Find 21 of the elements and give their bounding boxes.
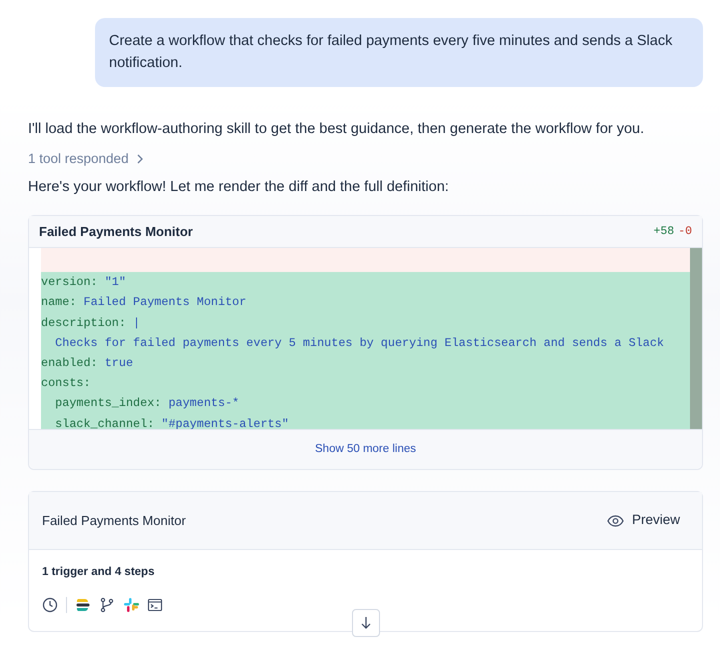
added-count: +58 <box>653 224 674 240</box>
elasticsearch-logo-icon <box>75 596 91 613</box>
assistant-message: Here's your workflow! Let me render the diff and the full definition: <box>28 178 450 197</box>
chevron-right-icon <box>136 154 144 164</box>
eye-icon <box>606 514 624 527</box>
workflow-summary: 1 trigger and 4 steps <box>42 564 156 580</box>
clock-icon <box>42 596 58 613</box>
show-more-lines-link[interactable]: Show 50 more lines <box>29 429 702 470</box>
assistant-message: I'll load the workflow-authoring skill to get the best guidance, then generate the workflow for you. <box>28 120 646 139</box>
workflow-title: Failed Payments Monitor <box>42 512 186 530</box>
removed-count: -0 <box>678 224 692 240</box>
tool-response-toggle[interactable]: 1 tool responded <box>28 148 144 169</box>
scrollbar[interactable] <box>690 248 702 430</box>
scroll-down-button[interactable] <box>352 608 380 637</box>
branch-icon <box>99 596 115 613</box>
diff-title: Failed Payments Monitor <box>39 222 193 241</box>
preview-button[interactable]: Preview <box>606 510 680 531</box>
user-message-bubble: Create a workflow that checks for failed payments every five minutes and sends a Slack notification. <box>95 18 703 87</box>
arrow-down-icon <box>360 616 370 630</box>
terminal-icon <box>147 596 163 613</box>
slack-logo-icon <box>123 596 139 613</box>
